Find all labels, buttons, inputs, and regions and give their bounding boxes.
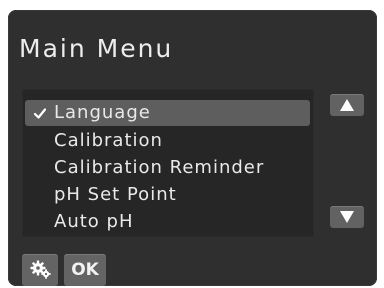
menu-item-label: Calibration Reminder: [54, 157, 265, 178]
menu-item-ph-set-point[interactable]: pH Set Point: [25, 182, 310, 208]
checkmark-icon: [34, 100, 48, 126]
page-title: Main Menu: [19, 34, 174, 63]
menu-list: Language Calibration Calibration Reminde…: [22, 89, 314, 237]
menu-item-label: Language: [54, 102, 151, 123]
scroll-down-button[interactable]: [330, 206, 364, 228]
menu-item-calibration-reminder[interactable]: Calibration Reminder: [25, 155, 310, 181]
menu-item-calibration[interactable]: Calibration: [25, 128, 310, 154]
menu-item-label: Calibration: [54, 130, 163, 151]
menu-item-label: Auto pH: [54, 211, 134, 232]
menu-item-language[interactable]: Language: [25, 100, 310, 126]
ok-button[interactable]: OK: [64, 254, 106, 286]
device-screen: Main Menu Language Calibration Calibrati…: [8, 10, 377, 286]
scroll-up-button[interactable]: [330, 94, 364, 116]
settings-button[interactable]: [22, 254, 58, 286]
menu-item-auto-ph[interactable]: Auto pH: [25, 209, 310, 235]
menu-item-label: pH Set Point: [54, 184, 177, 205]
